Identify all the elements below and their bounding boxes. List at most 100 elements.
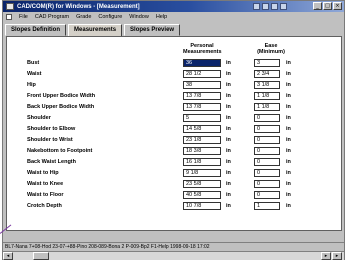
personal-measurement-field[interactable]: 38: [183, 81, 221, 89]
measurement-label: Waist to Hip: [27, 170, 59, 176]
ease-field[interactable]: 0: [254, 191, 280, 199]
ease-field[interactable]: 1: [254, 202, 280, 210]
unit-label: in: [226, 137, 231, 143]
column-header-ease-line2: (Minimum): [257, 49, 285, 55]
measurement-row: Back Upper Bodice Width 13 7/8 in 1 1/8 in: [7, 103, 343, 112]
unit-label: in: [226, 71, 231, 77]
ease-field[interactable]: 1 1/8: [254, 92, 280, 100]
ease-field[interactable]: 0: [254, 180, 280, 188]
personal-measurement-field[interactable]: 23 1/8: [183, 136, 221, 144]
personal-measurement-field[interactable]: 5: [183, 114, 221, 122]
measurement-label: Bust: [27, 60, 40, 66]
measurement-row: Crotch Depth 10 7/8 in 1 in: [7, 202, 343, 211]
ease-field[interactable]: 3: [254, 59, 280, 67]
unit-label: in: [226, 60, 231, 66]
measurement-label: Front Upper Bodice Width: [27, 93, 96, 99]
personal-measurement-field[interactable]: 14 5/8: [183, 125, 221, 133]
app-icon[interactable]: [6, 3, 14, 10]
horizontal-scrollbar[interactable]: ◂ ▸ ▸: [3, 251, 344, 260]
personal-measurement-field[interactable]: 23 5/8: [183, 180, 221, 188]
ease-field[interactable]: 0: [254, 147, 280, 155]
measurement-label: Back Waist Length: [27, 159, 76, 165]
scroll-thumb[interactable]: [33, 252, 49, 260]
measurement-row: Waist to Floor 40 5/8 in 0 in: [7, 191, 343, 200]
personal-measurement-field[interactable]: 36: [183, 59, 221, 67]
measurement-label: Waist to Knee: [27, 181, 64, 187]
unit-label: in: [226, 104, 231, 110]
personal-measurement-field[interactable]: 18 3/8: [183, 147, 221, 155]
menu-window[interactable]: Window: [129, 14, 149, 20]
ease-field[interactable]: 0: [254, 125, 280, 133]
ease-field[interactable]: 1 1/8: [254, 103, 280, 111]
ease-field[interactable]: 0: [254, 114, 280, 122]
measurement-label: Hip: [27, 82, 36, 88]
unit-label: in: [226, 126, 231, 132]
unit-label: in: [226, 181, 231, 187]
ease-field[interactable]: 2 3/4: [254, 70, 280, 78]
tab-slopes-preview[interactable]: Slopes Preview: [124, 24, 181, 36]
personal-measurement-field[interactable]: 10 7/8: [183, 202, 221, 210]
measurement-row: Waist to Knee 23 5/8 in 0 in: [7, 180, 343, 189]
unit-label: in: [226, 192, 231, 198]
menu-configure[interactable]: Configure: [98, 14, 122, 20]
unit-label: in: [226, 203, 231, 209]
column-header-ease: Ease (Minimum): [252, 43, 290, 55]
scroll-left-icon[interactable]: ◂: [3, 252, 13, 260]
measurement-row: Waist 28 1/2 in 2 3/4 in: [7, 70, 343, 79]
measurement-label: Waist to Floor: [27, 192, 64, 198]
measurement-label: Shoulder to Elbow: [27, 126, 76, 132]
measurement-row: Bust 36 in 3 in: [7, 59, 343, 68]
maximize-icon[interactable]: □: [323, 2, 332, 10]
document-icon[interactable]: [6, 13, 12, 20]
unit-label: in: [286, 104, 291, 110]
unit-label: in: [226, 148, 231, 154]
unit-label: in: [286, 148, 291, 154]
unit-label: in: [286, 82, 291, 88]
window-title: CAD/COM(R) for Windows - [Measurement]: [17, 3, 140, 10]
unit-label: in: [286, 115, 291, 121]
unit-label: in: [226, 170, 231, 176]
toolbar-mini-icon[interactable]: [271, 3, 278, 10]
menu-help[interactable]: Help: [156, 14, 167, 20]
toolbar-mini-icon[interactable]: [253, 3, 260, 10]
minimize-icon[interactable]: _: [313, 2, 322, 10]
measurement-row: Nakebottom to Footpoint 18 3/8 in 0 in: [7, 147, 343, 156]
unit-label: in: [286, 126, 291, 132]
measurement-row: Shoulder 5 in 0 in: [7, 114, 343, 123]
unit-label: in: [286, 60, 291, 66]
app-window: CAD/COM(R) for Windows - [Measurement] _…: [2, 0, 345, 260]
personal-measurement-field[interactable]: 9 1/8: [183, 169, 221, 177]
toolbar-mini-icon[interactable]: [262, 3, 269, 10]
personal-measurement-field[interactable]: 16 1/8: [183, 158, 221, 166]
unit-label: in: [286, 93, 291, 99]
measurement-label: Back Upper Bodice Width: [27, 104, 95, 110]
unit-label: in: [286, 170, 291, 176]
unit-label: in: [286, 137, 291, 143]
measurement-label: Waist: [27, 71, 42, 77]
close-icon[interactable]: ×: [333, 2, 342, 10]
scroll-end-icon[interactable]: ▸: [332, 252, 342, 260]
measurement-row: Back Waist Length 16 1/8 in 0 in: [7, 158, 343, 167]
personal-measurement-field[interactable]: 40 5/8: [183, 191, 221, 199]
unit-label: in: [286, 159, 291, 165]
ease-field[interactable]: 3 1/8: [254, 81, 280, 89]
toolbar-mini-icon[interactable]: [280, 3, 287, 10]
menu-cad-program[interactable]: CAD Program: [35, 14, 69, 20]
measurement-label: Nakebottom to Footpoint: [27, 148, 93, 154]
measurement-label: Shoulder to Wrist: [27, 137, 73, 143]
ease-field[interactable]: 0: [254, 169, 280, 177]
menu-grade[interactable]: Grade: [76, 14, 91, 20]
window-controls: _ □ ×: [313, 2, 342, 10]
title-toolbar: [253, 3, 287, 10]
tab-slopes-definition[interactable]: Slopes Definition: [5, 24, 67, 36]
ease-field[interactable]: 0: [254, 136, 280, 144]
personal-measurement-field[interactable]: 28 1/2: [183, 70, 221, 78]
measurement-row: Front Upper Bodice Width 13 7/8 in 1 1/8 in: [7, 92, 343, 101]
scroll-right-icon[interactable]: ▸: [321, 252, 331, 260]
title-bar[interactable]: CAD/COM(R) for Windows - [Measurement] _…: [3, 1, 344, 12]
personal-measurement-field[interactable]: 13 7/8: [183, 103, 221, 111]
menu-bar: File CAD Program Grade Configure Window …: [3, 12, 344, 21]
menu-file[interactable]: File: [19, 14, 28, 20]
personal-measurement-field[interactable]: 13 7/8: [183, 92, 221, 100]
ease-field[interactable]: 0: [254, 158, 280, 166]
